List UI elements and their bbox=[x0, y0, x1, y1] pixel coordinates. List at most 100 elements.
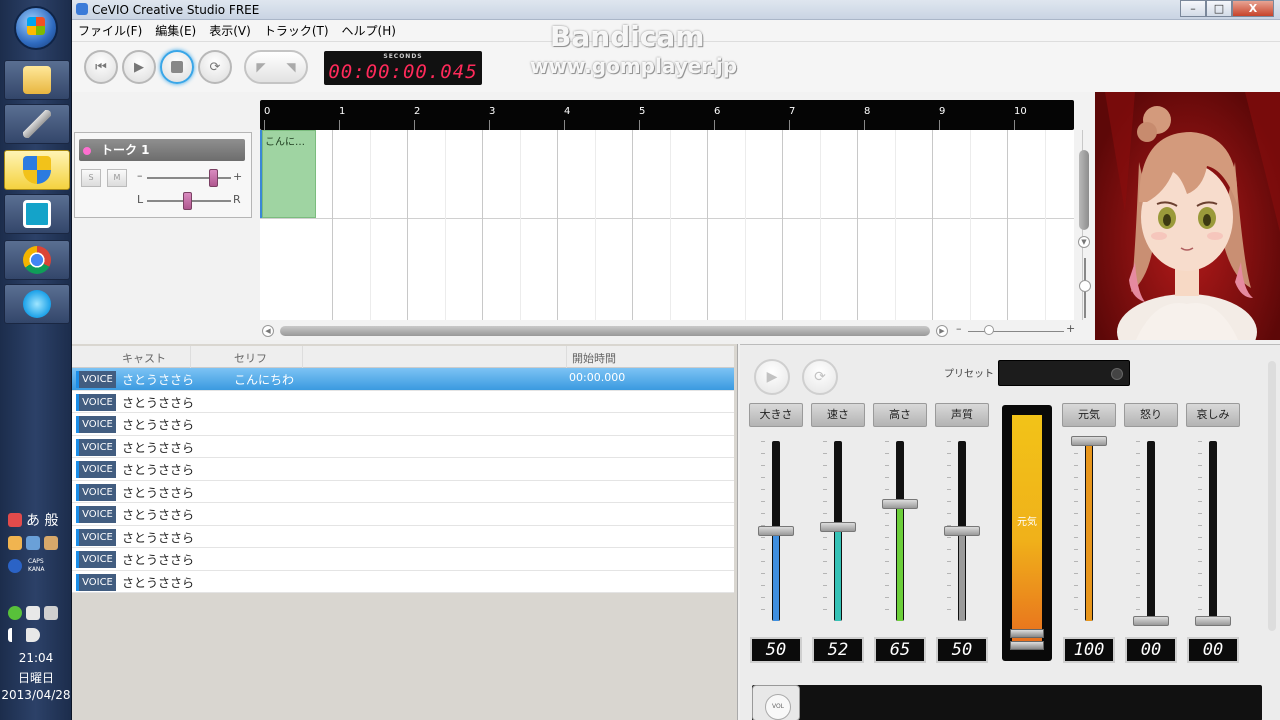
tray-icons-2[interactable] bbox=[8, 628, 40, 642]
taskbar-chrome-button[interactable] bbox=[4, 240, 70, 280]
header-start-time[interactable]: 開始時間 bbox=[572, 350, 616, 366]
preview-loop-button[interactable]: ⟳ bbox=[802, 359, 838, 395]
track-name[interactable]: トーク 1 bbox=[79, 139, 245, 161]
table-row[interactable]: VOICE さとうささら bbox=[72, 413, 734, 436]
emotion-anger-label[interactable]: 怒り bbox=[1124, 403, 1178, 427]
cast-cell[interactable]: さとうささら bbox=[122, 439, 194, 456]
title-bar[interactable]: CeVIO Creative Studio FREE – □ X bbox=[72, 0, 1280, 20]
emotion-sadness-thumb[interactable] bbox=[1195, 616, 1231, 626]
cast-cell[interactable]: さとうささら bbox=[122, 461, 194, 478]
taskbar-app-button[interactable] bbox=[4, 194, 70, 234]
voice-badge[interactable]: VOICE bbox=[76, 393, 116, 411]
menu-track[interactable]: トラック(T) bbox=[264, 22, 329, 39]
hscroll-thumb[interactable] bbox=[280, 326, 930, 336]
voice-badge[interactable]: VOICE bbox=[76, 528, 116, 546]
loop-button[interactable]: ⟳ bbox=[198, 50, 232, 84]
horizontal-zoom[interactable]: – + bbox=[956, 322, 1076, 338]
voice-badge[interactable]: VOICE bbox=[76, 438, 116, 456]
voice-badge[interactable]: VOICE bbox=[76, 461, 116, 478]
close-button[interactable]: X bbox=[1232, 0, 1274, 17]
voice-badge[interactable]: VOICE bbox=[76, 483, 116, 501]
emotion-genki-thumb[interactable] bbox=[1071, 436, 1107, 446]
cast-cell[interactable]: さとうささら bbox=[122, 574, 194, 591]
tray-icons[interactable] bbox=[8, 606, 58, 620]
start-time-cell[interactable]: 00:00.000 bbox=[569, 371, 625, 384]
taskbar-security-button[interactable] bbox=[4, 150, 70, 190]
taskbar-cevio-button[interactable] bbox=[4, 284, 70, 324]
vscroll-thumb[interactable] bbox=[1079, 150, 1089, 230]
cast-cell[interactable]: さとうささら bbox=[122, 416, 194, 433]
table-row[interactable]: VOICE さとうささら bbox=[72, 570, 734, 593]
timeline-grid[interactable]: こんに… bbox=[260, 130, 1121, 320]
track-pan-thumb[interactable] bbox=[183, 192, 192, 210]
scroll-down-icon[interactable]: ▼ bbox=[1078, 236, 1090, 248]
speed-param-thumb[interactable] bbox=[820, 522, 856, 533]
taskbar-tool-button[interactable] bbox=[4, 104, 70, 144]
cast-cell[interactable]: さとうささら bbox=[122, 506, 194, 523]
track-volume-slider[interactable] bbox=[147, 177, 231, 179]
pitch-param-label[interactable]: 高さ bbox=[873, 403, 927, 427]
line-cell[interactable]: こんにちわ bbox=[234, 371, 294, 388]
table-row[interactable]: VOICE さとうささら bbox=[72, 503, 734, 526]
vertical-zoom-thumb[interactable] bbox=[1079, 280, 1091, 292]
mute-button[interactable]: M bbox=[107, 169, 127, 187]
minimize-button[interactable]: – bbox=[1180, 0, 1206, 17]
taskbar-explorer-button[interactable] bbox=[4, 60, 70, 100]
voice-badge[interactable]: VOICE bbox=[76, 371, 116, 388]
pitch-param-slider[interactable] bbox=[882, 441, 918, 621]
timeline-hscroll[interactable]: ◀ ▶ bbox=[262, 324, 948, 338]
table-row[interactable]: VOICE さとうささら bbox=[72, 390, 734, 413]
tone-param-label[interactable]: 声質 bbox=[935, 403, 989, 427]
clock-time[interactable]: 21:04 bbox=[0, 651, 72, 665]
voice-badge[interactable]: VOICE bbox=[76, 573, 116, 591]
speed-param-label[interactable]: 速さ bbox=[811, 403, 865, 427]
start-button[interactable] bbox=[14, 6, 58, 50]
preset-dropdown-icon[interactable] bbox=[1111, 368, 1123, 380]
table-row[interactable]: VOICE さとうささら bbox=[72, 480, 734, 503]
table-row[interactable]: VOICE さとうささら bbox=[72, 525, 734, 548]
voice-badge[interactable]: VOICE bbox=[76, 506, 116, 523]
horizontal-zoom-thumb[interactable] bbox=[984, 325, 994, 335]
table-row[interactable]: VOICE さとうささら bbox=[72, 548, 734, 571]
header-cast[interactable]: キャスト bbox=[122, 350, 166, 366]
table-row[interactable]: VOICE さとうささら bbox=[72, 458, 734, 481]
timeline-vscroll[interactable]: ▼ bbox=[1076, 140, 1091, 330]
marker-start-icon[interactable]: ◤ bbox=[256, 60, 265, 74]
emotion-genki-slider[interactable] bbox=[1071, 436, 1107, 621]
volume-param-label[interactable]: 大きさ bbox=[749, 403, 803, 427]
preset-select[interactable] bbox=[998, 360, 1130, 386]
menu-view[interactable]: 表示(V) bbox=[209, 22, 251, 39]
maximize-button[interactable]: □ bbox=[1206, 0, 1232, 17]
zoom-in-icon[interactable]: + bbox=[1066, 322, 1075, 335]
header-line[interactable]: セリフ bbox=[234, 350, 267, 366]
meter-thumb-lower[interactable] bbox=[1010, 641, 1044, 650]
table-row[interactable]: VOICE さとうささら こんにちわ 00:00.000 bbox=[72, 368, 734, 391]
rewind-button[interactable]: ⏮ bbox=[84, 50, 118, 84]
table-row[interactable]: VOICE さとうささら bbox=[72, 435, 734, 458]
emotion-sadness-slider[interactable] bbox=[1195, 441, 1231, 626]
zoom-out-icon[interactable]: – bbox=[956, 322, 962, 335]
emotion-genki-label[interactable]: 元気 bbox=[1062, 403, 1116, 427]
menu-help[interactable]: ヘルプ(H) bbox=[342, 22, 396, 39]
stop-button[interactable] bbox=[160, 50, 194, 84]
parameter-scrollbar[interactable] bbox=[1268, 361, 1276, 631]
voice-badge[interactable]: VOICE bbox=[76, 416, 116, 433]
ime-bar[interactable]: あ 般 bbox=[8, 510, 58, 530]
tone-param-thumb[interactable] bbox=[944, 526, 980, 536]
cast-cell[interactable]: さとうささら bbox=[122, 484, 194, 501]
menu-file[interactable]: ファイル(F) bbox=[78, 22, 142, 39]
scroll-left-icon[interactable]: ◀ bbox=[262, 325, 274, 337]
volume-knob[interactable]: VOL bbox=[752, 685, 800, 720]
solo-button[interactable]: S bbox=[81, 169, 101, 187]
speed-param-slider[interactable] bbox=[820, 441, 856, 621]
track-header[interactable]: トーク 1 S M – + L R bbox=[74, 132, 252, 218]
emotion-anger-slider[interactable] bbox=[1133, 441, 1169, 626]
tone-param-slider[interactable] bbox=[944, 441, 980, 621]
ime-status[interactable]: CAPS KANA bbox=[8, 558, 45, 574]
cast-cell[interactable]: さとうささら bbox=[122, 551, 194, 568]
meter-thumb-upper[interactable] bbox=[1010, 629, 1044, 638]
volume-param-thumb[interactable] bbox=[758, 526, 794, 536]
track-volume-thumb[interactable] bbox=[209, 169, 218, 187]
cast-cell[interactable]: さとうささら bbox=[122, 394, 194, 411]
horizontal-zoom-slider[interactable] bbox=[968, 331, 1064, 332]
